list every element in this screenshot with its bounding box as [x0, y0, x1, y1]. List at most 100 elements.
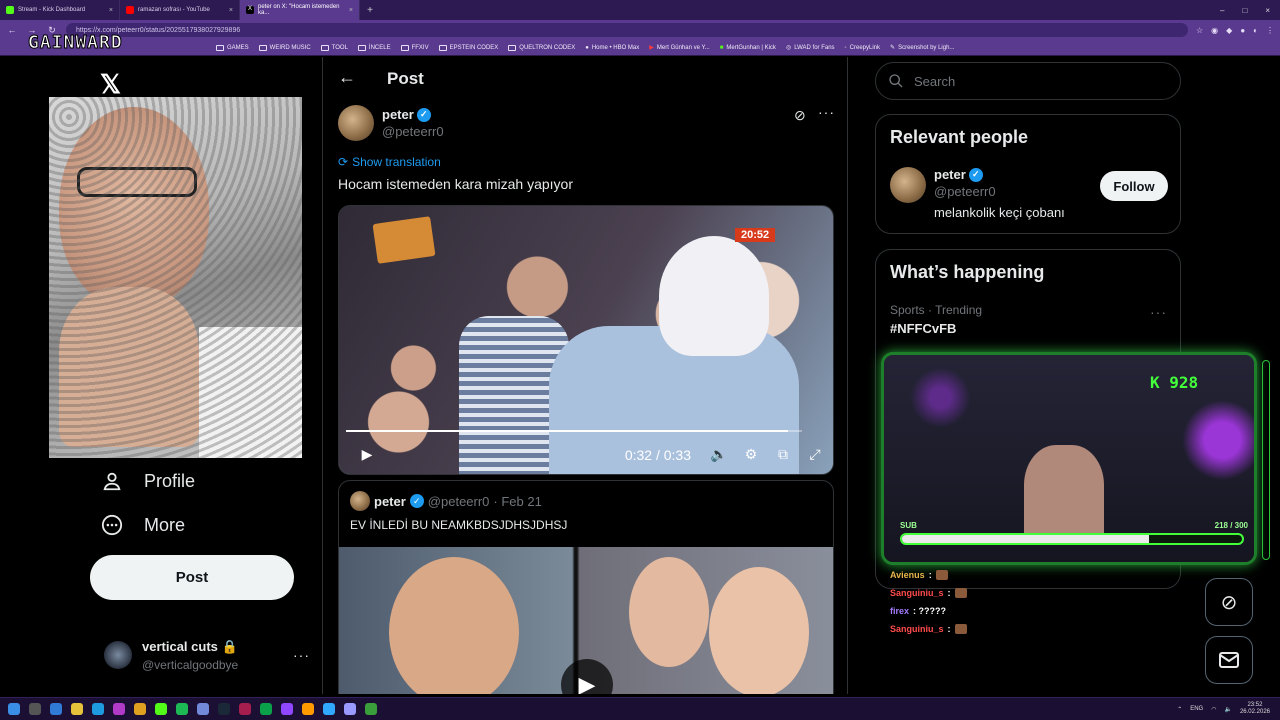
star-icon[interactable]: ☆	[1196, 26, 1203, 35]
x-logo-icon[interactable]: 𝕏	[100, 69, 121, 100]
xbox-icon[interactable]	[260, 703, 272, 715]
search-input[interactable]: Search	[875, 62, 1181, 100]
author-display-name[interactable]: peter	[382, 107, 414, 122]
account-handle: @verticalgoodbye	[142, 657, 239, 672]
bookmark-item[interactable]: QUELTRON CODEX	[508, 44, 575, 51]
bookmark-item[interactable]: ◦ CreepyLink	[845, 45, 881, 51]
messages-fab-button[interactable]	[1205, 636, 1253, 684]
quoted-post-header: peter ✓ @peteerr0 · Feb 21	[350, 491, 542, 511]
bookmark-label: FFXIV	[411, 44, 429, 51]
bookmark-item[interactable]: WEIRD MUSIC	[258, 44, 311, 51]
spotify-icon[interactable]	[176, 703, 188, 715]
ellipsis-icon[interactable]: ···	[1150, 304, 1167, 320]
bookmark-item[interactable]: ✎ Screenshot by Ligh...	[890, 44, 954, 52]
browser-tab-x[interactable]: X peter on X: "Hocam istemeden ka... ×	[240, 0, 360, 20]
app-icon[interactable]	[134, 703, 146, 715]
app-icon[interactable]	[155, 703, 167, 715]
extension-icon[interactable]: ●	[1240, 26, 1245, 35]
extension-icon[interactable]: ◉	[1211, 26, 1218, 35]
bookmark-item[interactable]: FFXIV	[400, 44, 429, 51]
close-icon[interactable]: ×	[349, 7, 353, 14]
person-display-name[interactable]: peter	[934, 167, 966, 182]
ps-icon[interactable]	[323, 703, 335, 715]
profile-avatar-icon[interactable]: ◐	[1253, 26, 1258, 35]
steam-icon[interactable]	[218, 703, 230, 715]
bookmark-item[interactable]: ◎ LWAD for Fans	[786, 44, 835, 52]
back-arrow-icon[interactable]: ←	[338, 67, 356, 88]
bookmark-item[interactable]: İNCELE	[357, 44, 391, 51]
extension-icon[interactable]: ◆	[1226, 26, 1232, 35]
folder-icon[interactable]	[71, 703, 83, 715]
discord-icon[interactable]	[197, 703, 209, 715]
minimize-button[interactable]: –	[1220, 6, 1224, 15]
picture-in-picture-icon[interactable]: ⧉	[767, 446, 799, 463]
avatar[interactable]	[338, 105, 374, 141]
account-switcher[interactable]: vertical cuts 🔒 @verticalgoodbye ···	[104, 635, 310, 675]
person-handle[interactable]: @peteerr0	[934, 184, 1065, 199]
video-progress-bar[interactable]	[346, 430, 802, 432]
bookmark-item[interactable]: TOOL	[320, 44, 348, 51]
trend-context: Sports · Trending	[890, 303, 983, 317]
quoted-post[interactable]: peter ✓ @peteerr0 · Feb 21 EV İNLEDİ BU …	[338, 480, 834, 694]
new-tab-button[interactable]: +	[360, 5, 380, 16]
bookmark-item[interactable]: ▶ Mert Günhan ve Y...	[649, 44, 709, 52]
close-icon[interactable]: ×	[109, 7, 113, 14]
grok-icon[interactable]: ⊘	[794, 107, 806, 124]
sub-goal-count: 218 / 300	[1214, 521, 1248, 530]
relevant-person[interactable]: peter ✓ @peteerr0 melankolik keçi çobanı	[890, 167, 1065, 220]
trend-name[interactable]: #NFFCvFB	[890, 321, 956, 336]
pr-icon[interactable]	[344, 703, 356, 715]
ai-icon[interactable]	[302, 703, 314, 715]
windows-start-icon[interactable]	[8, 703, 20, 715]
browser-tab-kick[interactable]: Stream - Kick Dashboard ×	[0, 0, 120, 20]
back-nav-icon[interactable]: ←	[6, 25, 18, 35]
bookmark-item[interactable]: EPSTEIN CODEX	[438, 44, 498, 51]
bookmark-item[interactable]: ● Home • HBO Max	[585, 45, 639, 51]
play-icon[interactable]: ▶	[561, 659, 613, 694]
post-button[interactable]: Post	[90, 555, 294, 600]
quoted-video-thumbnail[interactable]: ▶	[339, 547, 833, 694]
bookmark-item[interactable]: GAMES	[216, 44, 249, 51]
author-handle[interactable]: @peteerr0	[382, 124, 444, 139]
chat-message: Avienus:	[890, 566, 967, 584]
menu-icon[interactable]: ⋮	[1266, 26, 1274, 35]
app-icon[interactable]	[50, 703, 62, 715]
twitch-icon[interactable]	[281, 703, 293, 715]
card-title: Relevant people	[890, 127, 1029, 147]
task-view-icon[interactable]	[29, 703, 41, 715]
settings-gear-icon[interactable]: ⚙	[735, 446, 767, 463]
relevant-people-card: Relevant people peter ✓ @peteerr0 melanko…	[875, 114, 1181, 234]
volume-icon[interactable]: 🔈	[1224, 706, 1231, 713]
app-icon[interactable]	[239, 703, 251, 715]
close-icon[interactable]: ×	[229, 7, 233, 14]
ellipsis-icon[interactable]: ···	[293, 647, 310, 663]
chat-username[interactable]: Avienus	[890, 570, 925, 580]
url-field[interactable]: https://x.com/peteerr0/status/2025517938…	[66, 23, 1188, 37]
nav-item-profile[interactable]: Profile	[100, 469, 195, 493]
bookmark-item[interactable]: ■ MertGunhan | Kick	[720, 45, 776, 51]
edge-icon[interactable]	[92, 703, 104, 715]
browser-tab-youtube[interactable]: ramazan sofrası - YouTube ×	[120, 0, 240, 20]
follow-button[interactable]: Follow	[1100, 171, 1168, 201]
language-indicator[interactable]: ENG	[1190, 706, 1203, 712]
grok-fab-button[interactable]: ⊘	[1205, 578, 1253, 626]
chat-username[interactable]: firex	[890, 606, 909, 616]
play-icon[interactable]: ▶	[351, 446, 383, 463]
maximize-button[interactable]: □	[1242, 6, 1247, 15]
post-author[interactable]: peter ✓ @peteerr0	[338, 105, 444, 141]
clock[interactable]: 23:52 26.02.2026	[1240, 702, 1270, 716]
chat-username[interactable]: Sanguiniu_s	[890, 588, 944, 598]
volume-icon[interactable]: 🔈	[703, 446, 735, 463]
video-player[interactable]: 20:52 ▶ 0:32 / 0:33 🔈 ⚙ ⧉ ⤢	[338, 205, 834, 475]
nav-item-more[interactable]: More	[100, 513, 185, 537]
close-window-button[interactable]: ×	[1265, 6, 1270, 15]
ellipsis-icon[interactable]: ···	[818, 104, 835, 120]
app-icon[interactable]	[365, 703, 377, 715]
avatar[interactable]	[890, 167, 926, 203]
chat-username[interactable]: Sanguiniu_s	[890, 624, 944, 634]
fullscreen-icon[interactable]: ⤢	[799, 446, 831, 463]
show-translation-link[interactable]: ⟳ Show translation	[338, 155, 441, 169]
app-icon[interactable]	[113, 703, 125, 715]
tray-chevron-icon[interactable]: ⌃	[1177, 706, 1182, 713]
wifi-icon[interactable]: ◠	[1211, 706, 1216, 713]
